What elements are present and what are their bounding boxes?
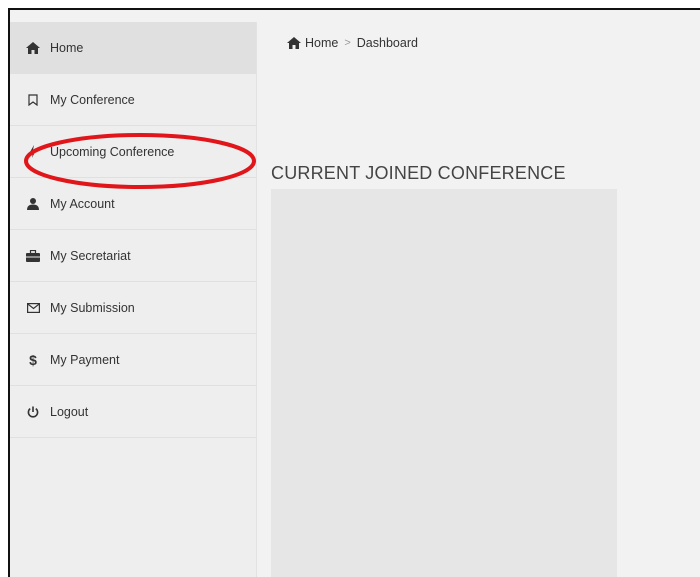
conference-panel [271, 189, 617, 577]
sidebar-item-my-account[interactable]: My Account [10, 178, 256, 230]
bookmark-icon [26, 93, 40, 107]
bolt-icon [26, 145, 40, 159]
sidebar-item-label: Upcoming Conference [50, 144, 175, 159]
sidebar-item-my-payment[interactable]: $ My Payment [10, 334, 256, 386]
sidebar: Home My Conference Upcoming Conference M… [10, 22, 257, 577]
sidebar-item-label: My Submission [50, 300, 135, 315]
briefcase-icon [26, 249, 40, 263]
user-icon [26, 197, 40, 211]
home-icon [26, 41, 40, 55]
home-icon [287, 36, 301, 50]
sidebar-item-my-conference[interactable]: My Conference [10, 74, 256, 126]
breadcrumb: Home > Dashboard [287, 36, 418, 50]
sidebar-item-upcoming-conference[interactable]: Upcoming Conference [10, 126, 256, 178]
sidebar-item-home[interactable]: Home [10, 22, 256, 74]
dollar-icon: $ [29, 351, 37, 368]
sidebar-item-my-secretariat[interactable]: My Secretariat [10, 230, 256, 282]
sidebar-item-label: Home [50, 40, 84, 55]
main-content: Home > Dashboard CURRENT JOINED CONFEREN… [257, 10, 700, 577]
envelope-icon [26, 301, 40, 315]
breadcrumb-home-link[interactable]: Home [305, 36, 338, 50]
breadcrumb-separator: > [344, 37, 351, 49]
breadcrumb-current: Dashboard [356, 36, 418, 50]
sidebar-item-label: My Payment [50, 352, 120, 367]
power-icon [26, 405, 40, 419]
sidebar-item-label: Logout [50, 404, 89, 419]
section-title: CURRENT JOINED CONFERENCE [271, 163, 566, 183]
sidebar-item-logout[interactable]: Logout [10, 386, 256, 438]
sidebar-item-my-submission[interactable]: My Submission [10, 282, 256, 334]
sidebar-item-label: My Account [50, 196, 115, 211]
app-frame: Home My Conference Upcoming Conference M… [8, 8, 700, 577]
sidebar-item-label: My Secretariat [50, 248, 131, 263]
sidebar-item-label: My Conference [50, 92, 135, 107]
